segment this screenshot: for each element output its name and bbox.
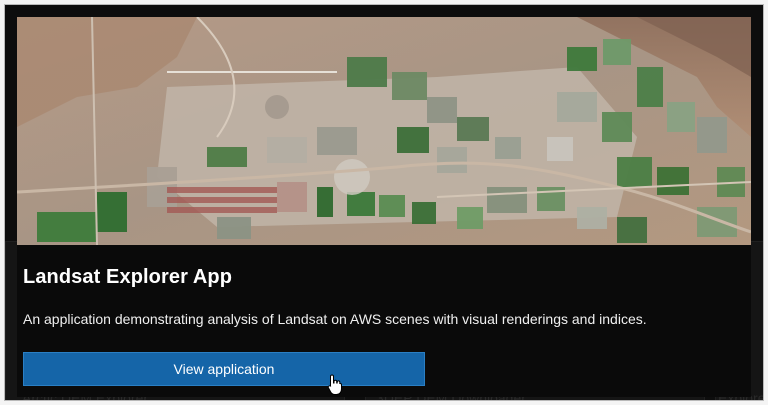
card-description: An application demonstrating analysis of… bbox=[23, 311, 647, 327]
view-application-button[interactable]: View application bbox=[23, 352, 425, 386]
card-title: Landsat Explorer App bbox=[23, 266, 233, 288]
thumbnail-image bbox=[17, 17, 751, 245]
landsat-explorer-card: Landsat Explorer App An application demo… bbox=[17, 17, 751, 397]
view-application-label: View application bbox=[173, 361, 275, 377]
hand-pointer-icon bbox=[327, 374, 342, 395]
app-gallery-frame: Arctic DEM Explorer 3DEP DEM Downloader … bbox=[4, 4, 764, 401]
satellite-farmland-thumbnail[interactable] bbox=[17, 17, 751, 245]
